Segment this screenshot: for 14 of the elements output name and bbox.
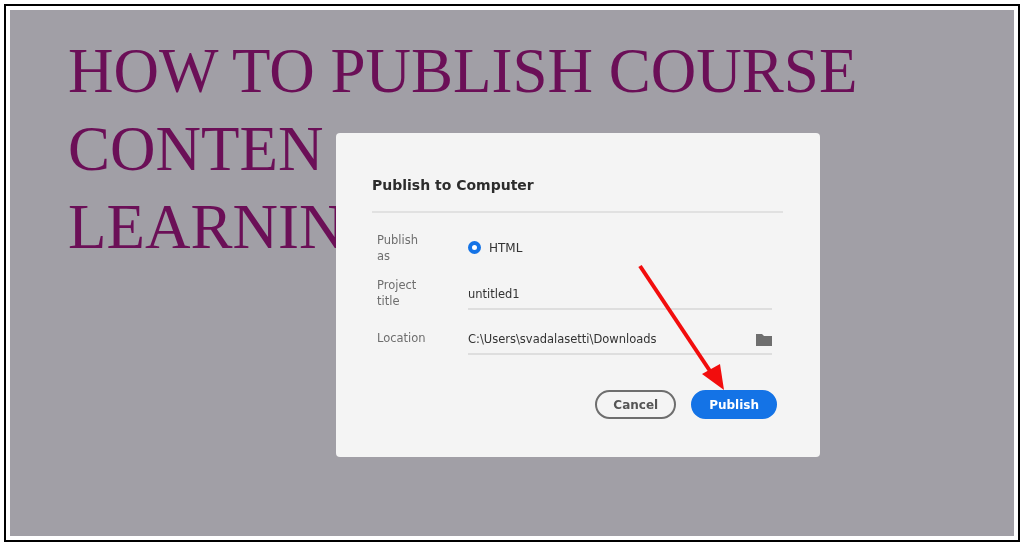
project-title-field[interactable]: untitled1 [468, 281, 772, 310]
field-label: Project title [377, 276, 418, 309]
heading-line: CONTEN [68, 113, 324, 186]
heading-line: HOW TO PUBLISH COURSE [68, 35, 858, 108]
field-label: Location [377, 329, 427, 346]
field-label: Publish as [377, 231, 419, 264]
dialog-title: Publish to Computer [372, 177, 534, 193]
radio-button[interactable] [468, 241, 481, 254]
cancel-button[interactable]: Cancel [595, 390, 677, 419]
heading-line: LEARNIN [68, 191, 345, 264]
location-field[interactable]: C:\Users\svadalasetti\Downloads [468, 326, 772, 355]
radio-label: HTML [489, 240, 523, 255]
publish-button[interactable]: Publish [691, 390, 777, 419]
folder-icon[interactable] [756, 332, 772, 346]
